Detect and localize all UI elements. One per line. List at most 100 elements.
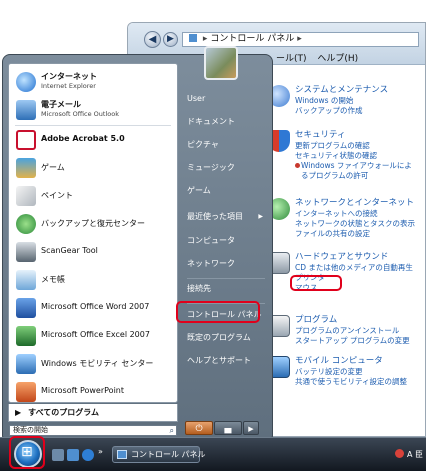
pinned-email[interactable]: 電子メール Microsoft Office Outlook xyxy=(9,96,177,124)
games-icon xyxy=(16,158,36,178)
place-help-support[interactable]: ヘルプとサポート xyxy=(183,351,269,371)
recent-program[interactable]: Windows モビリティ センター xyxy=(9,350,177,378)
acrobat-icon xyxy=(16,130,36,150)
program-title: Microsoft Office Word 2007 xyxy=(41,302,150,311)
program-title: インターネット xyxy=(41,72,97,81)
search-icon[interactable]: ⌕ xyxy=(170,426,174,435)
category-link[interactable]: ファイルの共有の設定 xyxy=(295,229,370,239)
tray-alert-icon[interactable] xyxy=(395,449,404,458)
program-subtitle: Internet Explorer xyxy=(41,82,96,90)
category-link[interactable]: スタートアップ プログラムの変更 xyxy=(295,336,410,346)
address-crumb[interactable]: コントロール パネル xyxy=(210,34,294,44)
power-button[interactable]: ⏻ xyxy=(185,421,213,435)
shutdown-options-arrow-icon[interactable]: ▶ xyxy=(243,421,259,435)
place-documents[interactable]: ドキュメント xyxy=(183,112,269,132)
address-bar[interactable]: ▸ コントロール パネル ▸ xyxy=(182,32,419,47)
recent-program[interactable]: Adobe Acrobat 5.0 xyxy=(9,126,177,154)
search-placeholder: 検索の開始 xyxy=(13,426,48,434)
category-link[interactable]: Windows の開始 xyxy=(295,96,353,106)
program-title: Microsoft Office Excel 2007 xyxy=(41,330,150,339)
menu-tools[interactable]: ール(T) xyxy=(276,54,307,64)
place-computer[interactable]: コンピュータ xyxy=(183,231,269,251)
back-arrow-icon[interactable]: ◀ xyxy=(144,31,161,48)
divider xyxy=(187,303,265,304)
category-link[interactable]: プログラムのアンインストール xyxy=(295,326,399,336)
category-title[interactable]: ハードウェアとサウンド xyxy=(295,252,388,263)
category-link[interactable]: CD または他のメディアの自動再生 xyxy=(295,263,413,273)
pinned-internet[interactable]: インターネット Internet Explorer xyxy=(9,68,177,96)
place-games[interactable]: ゲーム xyxy=(183,181,269,201)
search-input[interactable]: 検索の開始 ⌕ xyxy=(9,425,177,436)
show-desktop-icon[interactable] xyxy=(52,449,64,461)
taskbar: » コントロール パネル A 臣 xyxy=(0,437,426,471)
notepad-icon xyxy=(16,270,36,290)
paint-icon xyxy=(16,186,36,206)
place-control-panel[interactable]: コントロール パネル xyxy=(183,305,269,325)
submenu-arrow-icon: ▶ xyxy=(258,213,263,220)
category-title[interactable]: システムとメンテナンス xyxy=(295,85,388,96)
mobility-icon xyxy=(16,354,36,374)
menu-help[interactable]: ヘルプ(H) xyxy=(317,54,358,64)
start-menu: インターネット Internet Explorer 電子メール Microsof… xyxy=(2,54,273,438)
category-link[interactable]: 更新プログラムの確認 xyxy=(295,141,370,151)
ie-icon[interactable] xyxy=(82,449,94,461)
word-icon xyxy=(16,298,36,318)
category-link[interactable]: バッテリ設定の変更 xyxy=(295,367,363,377)
recent-program[interactable]: Microsoft Office Excel 2007 xyxy=(9,322,177,350)
tray-text[interactable]: A 臣 xyxy=(407,450,423,459)
forward-arrow-icon[interactable]: ▶ xyxy=(163,32,178,47)
printer-link[interactable]: プリンタ xyxy=(295,273,325,283)
program-title: Adobe Acrobat 5.0 xyxy=(41,134,125,143)
category-link[interactable]: Windows ファイアウォールによ xyxy=(301,161,412,171)
program-title: ScanGear Tool xyxy=(41,246,98,255)
category-title[interactable]: ネットワークとインターネット xyxy=(295,198,414,209)
start-button[interactable] xyxy=(14,440,42,468)
program-title: メモ帳 xyxy=(41,275,65,284)
recent-items-label: 最近使った項目 xyxy=(187,212,243,221)
system-tray: A 臣 xyxy=(395,449,423,460)
control-panel-icon xyxy=(189,34,197,42)
firewall-icon xyxy=(295,163,300,168)
excel-icon xyxy=(16,326,36,346)
category-link[interactable]: セキュリティ状態の確認 xyxy=(295,151,377,161)
all-programs-button[interactable]: ▶ すべてのプログラム xyxy=(8,404,178,422)
ie-icon xyxy=(16,72,36,92)
place-music[interactable]: ミュージック xyxy=(183,158,269,178)
program-title: バックアップと復元センター xyxy=(41,219,145,228)
program-title: Windows モビリティ センター xyxy=(41,359,154,368)
lock-icon[interactable]: ▄ xyxy=(214,421,242,435)
switch-windows-icon[interactable] xyxy=(67,449,79,461)
category-link[interactable]: 共通で使うモビリティ設定の調整 xyxy=(295,377,407,387)
place-network[interactable]: ネットワーク xyxy=(183,254,269,274)
recent-program[interactable]: ゲーム xyxy=(9,154,177,182)
recent-program[interactable]: ペイント xyxy=(9,182,177,210)
category-link[interactable]: るプログラムの許可 xyxy=(301,171,368,181)
program-title: Microsoft PowerPoint xyxy=(41,386,124,395)
recent-program[interactable]: ScanGear Tool xyxy=(9,238,177,266)
recent-program[interactable]: バックアップと復元センター xyxy=(9,210,177,238)
start-menu-programs: インターネット Internet Explorer 電子メール Microsof… xyxy=(8,63,178,403)
recent-program[interactable]: Microsoft Office Word 2007 xyxy=(9,294,177,322)
program-title: 電子メール xyxy=(41,100,81,109)
user-avatar[interactable] xyxy=(204,46,238,80)
place-user[interactable]: User xyxy=(183,89,269,109)
category-link[interactable]: インターネットへの接続 xyxy=(295,209,378,219)
place-recent-items[interactable]: 最近使った項目 ▶ xyxy=(183,207,269,227)
category-link[interactable]: ネットワークの状態とタスクの表示 xyxy=(295,219,415,229)
scanner-icon xyxy=(16,242,36,262)
place-connect-to[interactable]: 接続先 xyxy=(183,279,269,299)
mail-icon xyxy=(16,100,36,120)
category-title[interactable]: セキュリティ xyxy=(295,130,346,141)
taskbar-task-label: コントロール パネル xyxy=(131,450,206,459)
recent-program[interactable]: メモ帳 xyxy=(9,266,177,294)
place-default-programs[interactable]: 既定のプログラム xyxy=(183,328,269,348)
category-link[interactable]: マウス xyxy=(295,283,318,293)
category-title[interactable]: プログラム xyxy=(295,315,337,326)
category-title[interactable]: モバイル コンピュータ xyxy=(295,356,383,367)
program-title: ペイント xyxy=(41,191,73,200)
category-link[interactable]: バックアップの作成 xyxy=(295,106,363,116)
taskbar-button-control-panel[interactable]: コントロール パネル xyxy=(112,446,206,463)
place-pictures[interactable]: ピクチャ xyxy=(183,135,269,155)
recent-program[interactable]: Microsoft PowerPoint xyxy=(9,378,177,402)
quicklaunch-chevron-icon[interactable]: » xyxy=(98,447,103,456)
